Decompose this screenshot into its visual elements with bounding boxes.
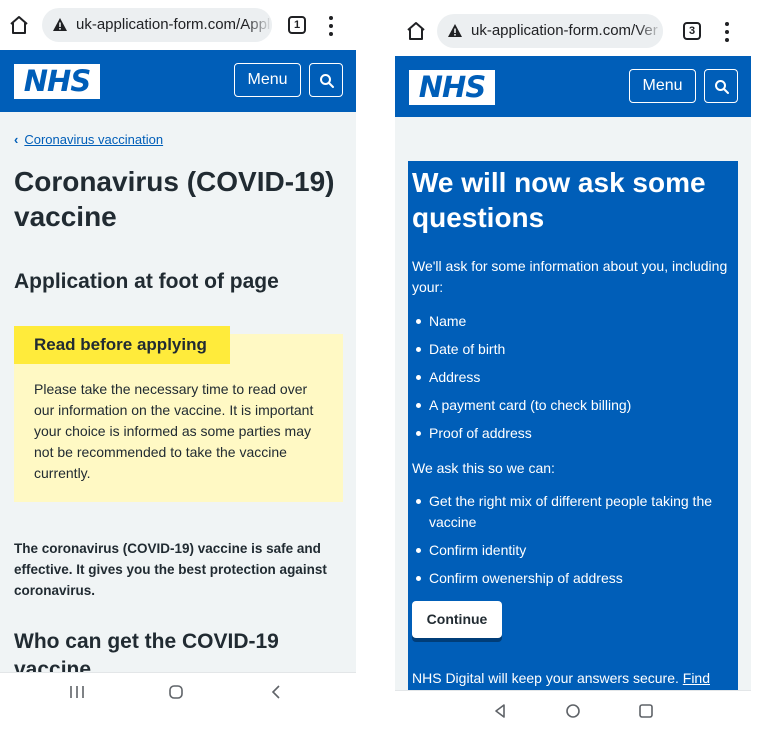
info-list: Name Date of birth Address A payment car… <box>412 311 730 451</box>
search-button[interactable] <box>309 63 343 97</box>
breadcrumb-link[interactable]: Coronavirus vaccination <box>24 132 163 147</box>
chevron-left-icon: ‹ <box>14 132 19 147</box>
breadcrumb[interactable]: ‹ Coronavirus vaccination <box>14 132 163 147</box>
nhs-logo-text: NHS <box>418 70 486 104</box>
nhs-logo-text: NHS <box>23 64 91 98</box>
footer-text: NHS Digital will keep your answers secur… <box>412 670 679 686</box>
panel-footer: NHS Digital will keep your answers secur… <box>412 668 732 689</box>
home-icon[interactable] <box>405 20 427 42</box>
list-item: Confirm owenership of address <box>412 568 730 589</box>
warning-callout: Read before applying Please take the nec… <box>14 326 343 502</box>
nhs-header: NHS Menu <box>0 50 356 112</box>
list-item: Confirm identity <box>412 540 730 561</box>
recent-apps-icon[interactable] <box>68 685 86 699</box>
nhs-logo[interactable]: NHS <box>14 64 100 99</box>
recent-apps-icon[interactable] <box>638 703 654 719</box>
url-fade <box>246 8 272 42</box>
url-field[interactable]: uk-application-form.com/Appl <box>42 8 272 42</box>
continue-button[interactable]: Continue <box>412 601 502 638</box>
back-icon[interactable] <box>494 703 506 719</box>
url-fade <box>637 14 663 48</box>
tab-switcher-button[interactable]: 1 <box>288 16 306 34</box>
android-nav-bar <box>0 672 356 712</box>
browser-address-bar: uk-application-form.com/Appl 1 <box>0 0 356 50</box>
callout-label: Read before applying <box>14 326 230 364</box>
panel-intro: We'll ask for some information about you… <box>412 258 728 295</box>
warning-icon <box>53 18 67 31</box>
nhs-header: NHS Menu <box>395 56 751 118</box>
home-icon[interactable] <box>8 14 30 36</box>
url-field[interactable]: uk-application-form.com/Ver <box>437 14 663 48</box>
search-icon <box>715 80 729 94</box>
panel-middle-text: We ask this so we can: <box>412 460 555 476</box>
url-text: uk-application-form.com/Ver <box>471 22 658 39</box>
browser-address-bar: uk-application-form.com/Ver 3 <box>395 6 751 56</box>
more-options-icon[interactable] <box>328 16 334 38</box>
list-item: Name <box>412 311 730 332</box>
nav-home-icon[interactable] <box>565 703 581 719</box>
more-options-icon[interactable] <box>724 22 730 44</box>
nhs-logo[interactable]: NHS <box>409 70 495 105</box>
tab-switcher-button[interactable]: 3 <box>683 22 701 40</box>
list-item: Proof of address <box>412 423 730 444</box>
lede-text: The coronavirus (COVID-19) vaccine is sa… <box>14 541 327 598</box>
right-phone-screen: uk-application-form.com/Ver 3 NHS Menu W… <box>395 0 751 732</box>
nav-home-icon[interactable] <box>168 684 184 700</box>
search-button[interactable] <box>704 69 738 103</box>
warning-icon <box>448 24 462 37</box>
callout-body: Please take the necessary time to read o… <box>34 381 314 481</box>
android-nav-bar <box>395 690 751 730</box>
question-panel: We will now ask some questions We'll ask… <box>408 161 738 690</box>
list-item: A payment card (to check billing) <box>412 395 730 416</box>
list-item: Date of birth <box>412 339 730 360</box>
left-phone-screen: uk-application-form.com/Appl 1 NHS Menu … <box>0 0 356 732</box>
list-item: Address <box>412 367 730 388</box>
section-heading: Application at foot of page <box>14 270 279 293</box>
list-item: Get the right mix of different people ta… <box>412 491 730 533</box>
back-icon[interactable] <box>270 684 282 700</box>
url-text: uk-application-form.com/Appl <box>76 16 271 33</box>
page-title: Coronavirus (COVID-19) vaccine <box>14 166 335 232</box>
reasons-list: Get the right mix of different people ta… <box>412 491 730 596</box>
panel-title: We will now ask some questions <box>412 167 706 233</box>
search-icon <box>320 74 334 88</box>
menu-button[interactable]: Menu <box>629 69 696 103</box>
page-content: We will now ask some questions We'll ask… <box>395 117 751 690</box>
menu-button[interactable]: Menu <box>234 63 301 97</box>
find-link[interactable]: Find <box>683 670 710 686</box>
page-content: ‹ Coronavirus vaccination Coronavirus (CO… <box>0 112 356 672</box>
subheading: Who can get the COVID-19 vaccine <box>14 630 279 672</box>
